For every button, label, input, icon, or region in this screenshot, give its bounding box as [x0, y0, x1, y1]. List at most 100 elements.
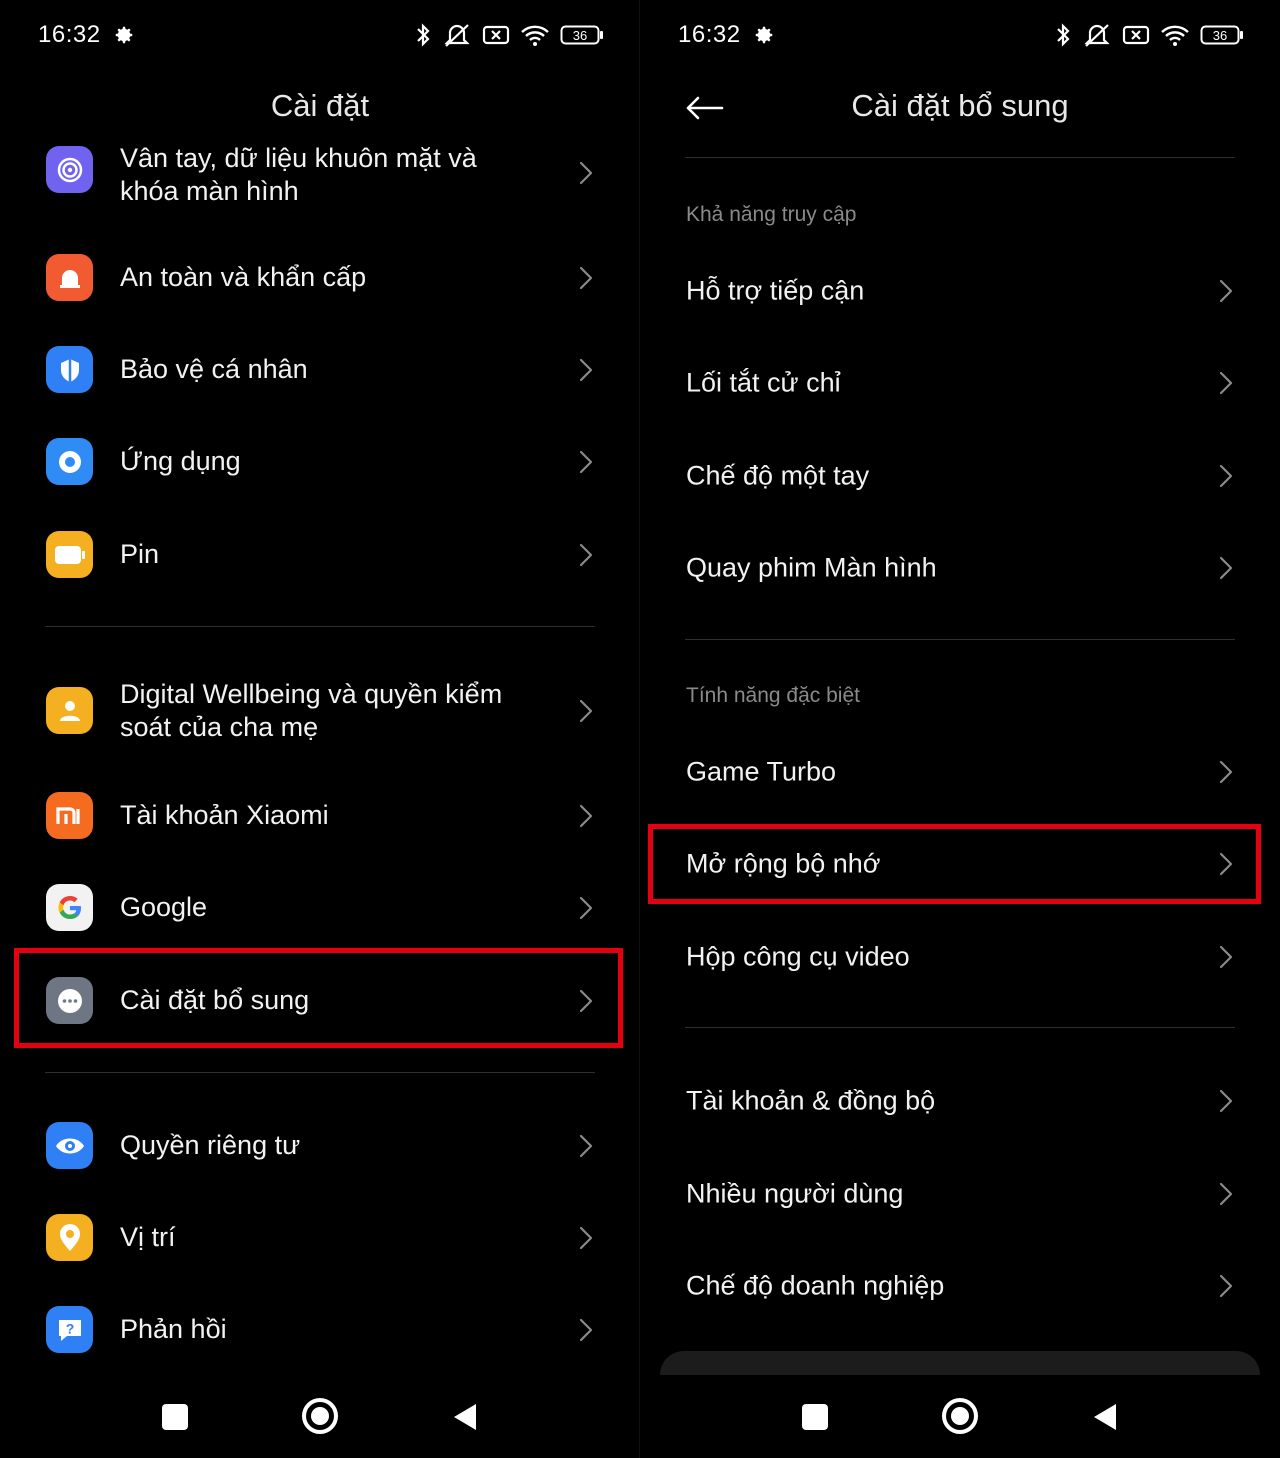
google-icon: [46, 884, 93, 931]
status-bar: 16:32 36: [678, 18, 1244, 52]
home-button[interactable]: [302, 1398, 338, 1434]
section-header-accessibility: Khả năng truy cập: [686, 203, 857, 226]
chevron-right-icon: [578, 895, 594, 921]
page-title: Cài đặt bổ sung: [851, 88, 1069, 123]
gear-icon: [115, 26, 132, 44]
status-bar: 16:32 36: [38, 18, 604, 52]
settings-item-apps[interactable]: Ứng dụng: [0, 438, 640, 486]
menu-item-game-turbo[interactable]: Game Turbo: [640, 742, 1280, 802]
menu-item-gesture-shortcuts[interactable]: Lối tắt cử chỉ: [640, 353, 1280, 413]
navigation-bar: [640, 1388, 1280, 1444]
status-time: 16:32: [38, 21, 101, 48]
menu-item-label: Hỗ trợ tiếp cận: [686, 275, 865, 306]
home-button[interactable]: [942, 1398, 978, 1434]
settings-item-location[interactable]: Vị trí: [0, 1214, 640, 1262]
chevron-right-icon: [578, 265, 594, 291]
no-sim-icon: [482, 25, 510, 45]
additional-settings-panel: 16:32 36 Cài đặt bổ sung Khả năng truy c…: [640, 0, 1280, 1458]
chevron-right-icon: [578, 160, 594, 186]
settings-item-lock-screen[interactable]: Vân tay, dữ liệu khuôn mặt và khóa màn h…: [0, 143, 640, 206]
chevron-right-icon: [578, 449, 594, 475]
menu-item-label: Quay phim Màn hình: [686, 552, 937, 583]
menu-item-one-handed-mode[interactable]: Chế độ một tay: [640, 446, 1280, 506]
divider: [685, 639, 1235, 640]
navigation-bar: [0, 1388, 640, 1444]
settings-item-label: Tài khoản Xiaomi: [120, 800, 329, 830]
svg-text:?: ?: [65, 1320, 74, 1336]
feedback-icon: ?: [46, 1306, 93, 1353]
chevron-right-icon: [578, 803, 594, 829]
chevron-right-icon: [1218, 1181, 1234, 1207]
chevron-right-icon: [578, 542, 594, 568]
xiaomi-icon: [46, 792, 93, 839]
mute-icon: [444, 24, 470, 47]
divider: [685, 1027, 1235, 1028]
chevron-right-icon: [1218, 278, 1234, 304]
wifi-icon: [1161, 25, 1189, 46]
settings-item-label: Google: [120, 892, 208, 922]
settings-item-battery[interactable]: Pin: [0, 531, 640, 579]
menu-item-screen-recorder[interactable]: Quay phim Màn hình: [640, 538, 1280, 598]
menu-item-label: Game Turbo: [686, 756, 837, 787]
back-button[interactable]: [452, 1402, 478, 1432]
apps-icon: [46, 438, 93, 485]
recents-button[interactable]: [802, 1404, 828, 1430]
back-button[interactable]: [1092, 1402, 1118, 1432]
chevron-right-icon: [1218, 1273, 1234, 1299]
menu-item-label: Nhiều người dùng: [686, 1178, 904, 1209]
menu-item-label: Lối tắt cử chỉ: [686, 367, 841, 398]
menu-item-label: Chế độ doanh nghiệp: [686, 1270, 945, 1301]
divider: [45, 1072, 595, 1073]
settings-item-label: Digital Wellbeing và quyền kiểm soát của…: [120, 679, 503, 742]
battery-icon: [46, 531, 93, 578]
settings-item-protection[interactable]: Bảo vệ cá nhân: [0, 346, 640, 394]
bluetooth-icon: [1057, 23, 1070, 47]
menu-item-accounts-sync[interactable]: Tài khoản & đồng bộ: [640, 1071, 1280, 1131]
settings-item-label: Ứng dụng: [120, 446, 241, 476]
settings-item-safety[interactable]: An toàn và khẩn cấp: [0, 254, 640, 302]
settings-item-feedback[interactable]: ? Phản hồi: [0, 1306, 640, 1354]
settings-item-label: Phản hồi: [120, 1314, 227, 1344]
chevron-right-icon: [578, 1225, 594, 1251]
menu-item-label: Hộp công cụ video: [686, 941, 910, 972]
location-icon: [46, 1214, 93, 1261]
menu-item-label: Tài khoản & đồng bộ: [686, 1085, 936, 1116]
bluetooth-icon: [417, 23, 430, 47]
page-title: Cài đặt: [270, 88, 370, 123]
bottom-sheet-edge: [660, 1351, 1260, 1375]
settings-item-label: Vân tay, dữ liệu khuôn mặt và khóa màn h…: [120, 143, 477, 206]
battery-level: 36: [1213, 28, 1227, 43]
emergency-icon: [46, 254, 93, 301]
wellbeing-icon: [46, 687, 93, 734]
settings-item-xiaomi-account[interactable]: Tài khoản Xiaomi: [0, 792, 640, 840]
divider: [685, 157, 1235, 158]
settings-item-label: Quyền riêng tư: [120, 1130, 301, 1160]
chevron-right-icon: [1218, 463, 1234, 489]
gear-icon: [755, 26, 772, 44]
fingerprint-icon: [46, 146, 93, 193]
settings-item-label: Pin: [120, 539, 160, 569]
chevron-right-icon: [1218, 759, 1234, 785]
chevron-right-icon: [1218, 370, 1234, 396]
highlight-box: [14, 948, 623, 1048]
settings-panel: 16:32 36 Cài đặt Vân tay, dữ liệu khuôn …: [0, 0, 640, 1458]
menu-item-multiple-users[interactable]: Nhiều người dùng: [640, 1164, 1280, 1224]
shield-icon: [46, 346, 93, 393]
menu-item-accessibility[interactable]: Hỗ trợ tiếp cận: [640, 261, 1280, 321]
divider: [45, 626, 595, 627]
mute-icon: [1084, 24, 1110, 47]
settings-item-wellbeing[interactable]: Digital Wellbeing và quyền kiểm soát của…: [0, 678, 640, 744]
wifi-icon: [521, 25, 549, 46]
eye-icon: [46, 1122, 93, 1169]
no-sim-icon: [1122, 25, 1150, 45]
settings-item-google[interactable]: Google: [0, 884, 640, 932]
highlight-box: [648, 824, 1261, 904]
chevron-right-icon: [578, 698, 594, 724]
settings-item-privacy[interactable]: Quyền riêng tư: [0, 1122, 640, 1170]
menu-item-enterprise-mode[interactable]: Chế độ doanh nghiệp: [640, 1256, 1280, 1316]
chevron-right-icon: [578, 1133, 594, 1159]
menu-item-video-toolbox[interactable]: Hộp công cụ video: [640, 927, 1280, 987]
settings-item-label: Bảo vệ cá nhân: [120, 354, 308, 384]
recents-button[interactable]: [162, 1404, 188, 1430]
chevron-right-icon: [1218, 944, 1234, 970]
